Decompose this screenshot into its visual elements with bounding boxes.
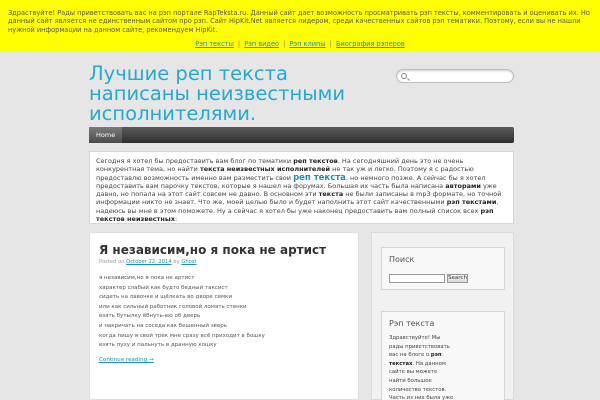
link-separator: | [283,40,286,48]
site-title[interactable]: Лучшие реп текста написаны неизвестными … [89,64,389,124]
sidebar-search-input[interactable] [389,274,445,283]
link-separator: | [329,40,332,48]
intro-text: Сегодня я хотел бы предоставить вам блог… [96,157,294,165]
intro-text: : [174,215,178,224]
post-date-link[interactable]: October 22, 2014 [126,259,172,265]
post-author-link[interactable]: Ghost [181,259,196,265]
sidebar: Поиск Search Рэп текста Здравствуйте! Мы… [371,232,514,400]
header-search-input[interactable] [396,69,514,83]
nav-home[interactable]: Home [89,127,123,143]
link-separator: | [237,40,241,48]
top-links: Рэп тексты | Рэп видео | Рэп клипы | Био… [0,40,600,48]
post-meta: Posted on October 22, 2014 by Ghost [99,259,197,265]
rap-widget-title: Рэп текста [389,319,435,328]
link-rap-video[interactable]: Рэп видео [244,40,279,48]
main-nav: Home [89,127,514,143]
search-icon [401,73,407,79]
post-line: характер слабый как будто бедный таксист [99,284,228,291]
intro-bold: рэп текстами [446,198,497,207]
announcement-text: Здраствуйте! Рады приветствовать вас на … [8,9,590,34]
link-rap-texts[interactable]: Рэп тексты [195,40,234,48]
post-line: я независим,но я пока не артист [99,275,195,281]
sidebar-search-button[interactable]: Search [447,274,468,283]
search-widget-title: Поиск [389,255,415,264]
rap-texts-widget: Рэп текста Здравствуйте! Мы рады приветс… [381,311,505,400]
link-biography[interactable]: Биография рэперов [336,40,405,48]
post-line: взять пуху и пальнуть в дранную кошку [99,342,217,349]
post-line: когда пишу я свой трек мне сразу всё при… [99,332,265,339]
post-line: взять бутылку ёбнуть-ею об дверь [99,313,201,320]
meta-by: by [173,259,180,265]
post-line: сидеть на лавочке и щёлкать во дворе сем… [99,294,233,301]
rap-widget-text: Здравствуйте! Мы рады приветствовать вас… [389,334,455,400]
post-area: Я независим,но я пока не артист Posted o… [89,232,359,400]
post-line: или как сильный работник головой ломать … [99,303,247,310]
post-line: и накричать на соседа как бешенный зверь [99,322,228,329]
search-widget: Поиск Search [381,247,505,290]
continue-reading-link[interactable]: Continue reading → [99,357,154,363]
intro-box: Сегодня я хотел бы предоставить вам блог… [89,151,514,224]
intro-bold: авторами [445,181,481,190]
post-body: я независим,но я пока не артист характер… [99,274,349,351]
link-rap-clips[interactable]: Рэп клипы [290,40,326,48]
post-title[interactable]: Я независим,но я пока не артист [99,243,326,257]
meta-prefix: Posted on [99,259,125,265]
intro-bold: реп текстов [293,157,338,165]
intro-bold: текста [318,190,344,199]
